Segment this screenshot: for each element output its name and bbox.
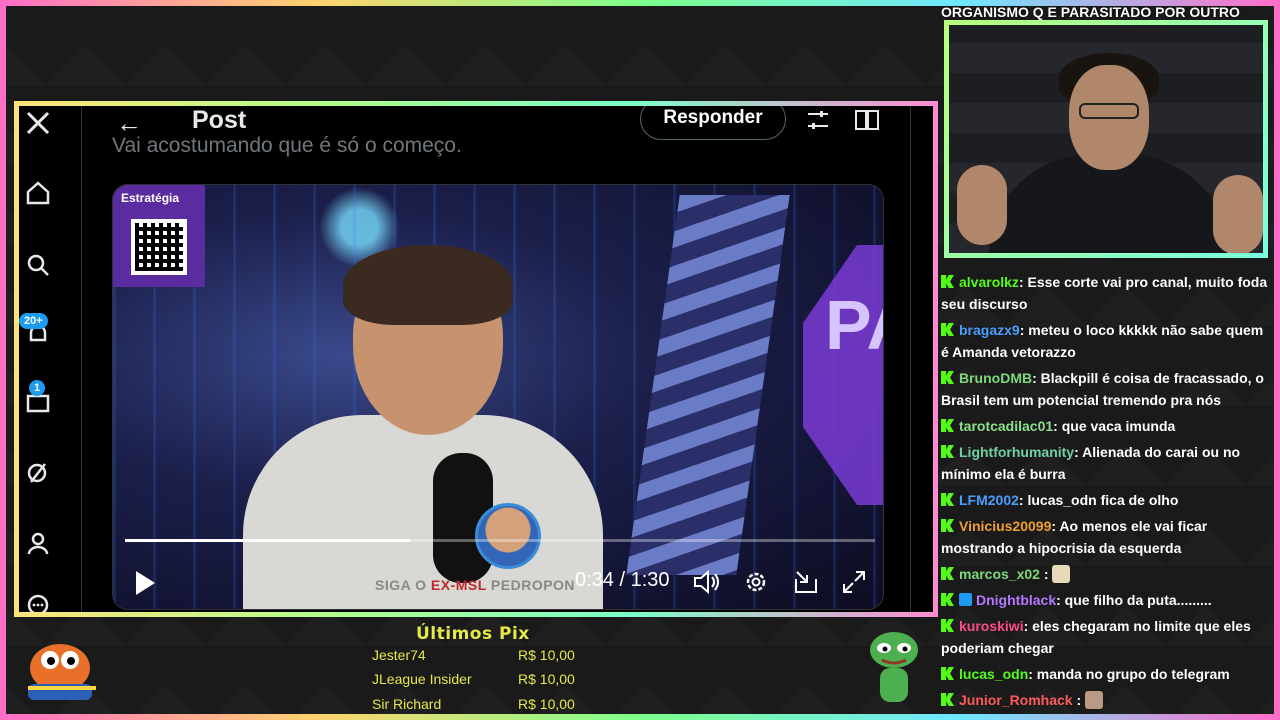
chat-message: alvarolkz: Esse corte vai pro canal, mui…	[941, 271, 1271, 315]
pix-donor: Sir Richard	[372, 696, 442, 712]
volume-icon[interactable]	[693, 569, 721, 595]
mascot-character-icon	[28, 644, 96, 700]
home-icon[interactable]	[25, 180, 51, 206]
kick-badge-icon	[941, 619, 954, 632]
kick-badge-icon	[941, 519, 954, 532]
tune-icon[interactable]	[806, 108, 830, 132]
chat-text: : manda no grupo do telegram	[1028, 666, 1230, 682]
grok-icon[interactable]	[25, 460, 51, 486]
chat-text: : que filho da puta.........	[1056, 592, 1212, 608]
kick-badge-icon	[941, 593, 954, 606]
video-progress-bar[interactable]	[125, 539, 875, 542]
kick-badge-icon	[941, 275, 954, 288]
chat-username[interactable]: tarotcadilac01	[959, 418, 1053, 434]
kick-badge-icon	[941, 371, 954, 384]
x-sidebar: 20+ 1	[19, 106, 81, 612]
kick-badge-icon	[941, 419, 954, 432]
post-text: Vai acostumando que é só o começo.	[112, 134, 462, 157]
pix-donor: JLeague Insider	[372, 671, 472, 687]
chat-message: bragazx9: meteu o loco kkkkk não sabe qu…	[941, 319, 1271, 363]
profile-icon[interactable]	[25, 530, 51, 556]
chat-username[interactable]: bragazx9	[959, 322, 1020, 338]
pix-amount: R$ 10,00	[518, 647, 575, 663]
kick-badge-icon	[941, 667, 954, 680]
chat-text: : lucas_odn fica de olho	[1018, 492, 1179, 508]
chat-username[interactable]: Lightforhumanity	[959, 444, 1074, 460]
more-icon[interactable]	[25, 592, 51, 617]
pix-amount: R$ 10,00	[518, 671, 575, 687]
reader-icon[interactable]	[854, 108, 880, 132]
chat-username[interactable]: kuroskiwi	[959, 618, 1024, 634]
notification-badge: 20+	[19, 313, 48, 329]
chat-message: LFM2002: lucas_odn fica de olho	[941, 489, 1271, 511]
webcam-feed	[944, 20, 1268, 258]
overlay-banner: ORGANISMO Q E PARASITADO POR OUTRO	[941, 4, 1240, 20]
kick-badge-icon	[941, 445, 954, 458]
fullscreen-icon[interactable]	[841, 569, 867, 595]
emote-icon	[1052, 565, 1071, 583]
x-logo-icon[interactable]	[25, 110, 51, 136]
chat-text: :	[1039, 566, 1053, 582]
chat-username[interactable]: Dnightblack	[976, 592, 1056, 608]
kick-badge-icon	[941, 693, 954, 706]
frog-emote-icon	[870, 632, 918, 702]
pip-icon[interactable]	[793, 569, 819, 595]
messages-badge: 1	[29, 380, 46, 396]
chat-username[interactable]: marcos_x02	[959, 566, 1040, 582]
page-title: Post	[192, 106, 247, 134]
kick-badge-icon	[941, 493, 954, 506]
video-progress-fill	[125, 539, 410, 542]
chat-message: lucas_odn: manda no grupo do telegram	[941, 663, 1271, 685]
pix-donor: Jester74	[372, 647, 426, 663]
chat-message: kuroskiwi: eles chegaram no limite que e…	[941, 615, 1271, 659]
chat-username[interactable]: Vinicius20099	[959, 518, 1051, 534]
post-column: ← Post Responder Vai acostumando que é s…	[81, 106, 911, 612]
chat-message: Lightforhumanity: Alienada do carai ou n…	[941, 441, 1271, 485]
chat-message: Junior_Romhack :	[941, 689, 1271, 711]
chat-panel: alvarolkz: Esse corte vai pro canal, mui…	[941, 271, 1271, 716]
pix-amount: R$ 10,00	[518, 696, 575, 712]
chat-message: BrunoDMB: Blackpill é coisa de fracassad…	[941, 367, 1271, 411]
qr-code	[131, 219, 187, 275]
chat-message: Dnightblack: que filho da puta.........	[941, 589, 1271, 611]
screen-capture: 20+ 1 ← Post Responder Vai acostumando q…	[14, 101, 938, 617]
channel-avatar	[475, 503, 541, 569]
chat-message: tarotcadilac01: que vaca imunda	[941, 415, 1271, 437]
kick-badge-icon	[941, 323, 954, 336]
chat-username[interactable]: Junior_Romhack	[959, 692, 1073, 708]
chat-username[interactable]: BrunoDMB	[959, 370, 1032, 386]
chat-message: marcos_x02 :	[941, 563, 1271, 585]
pix-title: Últimos Pix	[416, 624, 530, 644]
chat-text: : que vaca imunda	[1053, 418, 1176, 434]
sub-badge-icon	[959, 593, 972, 606]
settings-gear-icon[interactable]	[743, 569, 769, 595]
chat-text: :	[1072, 692, 1086, 708]
chat-username[interactable]: lucas_odn	[959, 666, 1028, 682]
video-player[interactable]: PA Estratégia SIGA O EX-MSL PEDROPON 0:3…	[112, 184, 884, 610]
chat-username[interactable]: LFM2002	[959, 492, 1019, 508]
chat-message: Vinicius20099: Ao menos ele vai ficar mo…	[941, 515, 1271, 559]
video-watermark: SIGA O EX-MSL PEDROPON	[375, 577, 576, 593]
sponsor-qr: Estratégia	[113, 185, 205, 287]
play-icon[interactable]	[133, 569, 157, 597]
chat-username[interactable]: alvarolkz	[959, 274, 1019, 290]
kick-badge-icon	[941, 567, 954, 580]
reply-button[interactable]: Responder	[640, 106, 786, 140]
search-icon[interactable]	[25, 252, 51, 278]
emote-icon	[1085, 691, 1104, 709]
video-person	[243, 245, 603, 609]
sponsor-brand: Estratégia	[121, 191, 180, 205]
video-sign-text: PA	[825, 286, 883, 364]
video-time: 0:34 / 1:30	[575, 569, 670, 591]
